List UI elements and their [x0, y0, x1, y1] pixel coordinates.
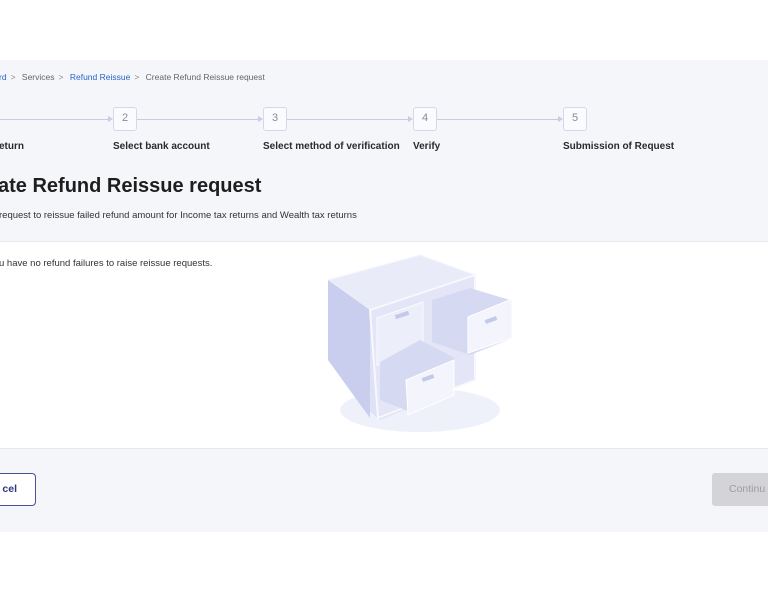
breadcrumb-dashboard[interactable]: rd	[0, 72, 7, 82]
step-3-number: 3	[263, 107, 287, 131]
step-2-label: Select bank account	[113, 141, 210, 152]
breadcrumb-separator: >	[134, 72, 140, 82]
breadcrumb-services[interactable]: Services	[22, 72, 55, 82]
step-connector	[137, 119, 258, 120]
step-4-number: 4	[413, 107, 437, 131]
breadcrumb-current: Create Refund Reissue request	[145, 72, 265, 82]
step-5-number: 5	[563, 107, 587, 131]
breadcrumb-refund-reissue[interactable]: Refund Reissue	[70, 72, 130, 82]
step-connector	[287, 119, 408, 120]
cancel-button[interactable]: cel	[0, 473, 36, 506]
empty-cabinet-illustration	[326, 254, 513, 432]
step-1-label: eturn	[0, 141, 24, 152]
breadcrumb-separator: >	[10, 72, 16, 82]
step-connector	[437, 119, 558, 120]
step-3-label: Select method of verification	[263, 141, 400, 152]
breadcrumb-separator: >	[58, 72, 64, 82]
step-4-label: Verify	[413, 141, 441, 152]
step-connector	[0, 119, 108, 120]
breadcrumb: rd > Services > Refund Reissue > Create Ref…	[0, 72, 265, 82]
continue-button[interactable]: Continu	[712, 473, 768, 506]
page-title: ate Refund Reissue request	[0, 175, 262, 197]
step-5-label: Submission of Request	[563, 141, 675, 152]
step-2-number: 2	[113, 107, 137, 131]
empty-message: u have no refund failures to raise reiss…	[0, 258, 213, 269]
page-subtitle: request to reissue failed refund amount …	[0, 210, 357, 221]
